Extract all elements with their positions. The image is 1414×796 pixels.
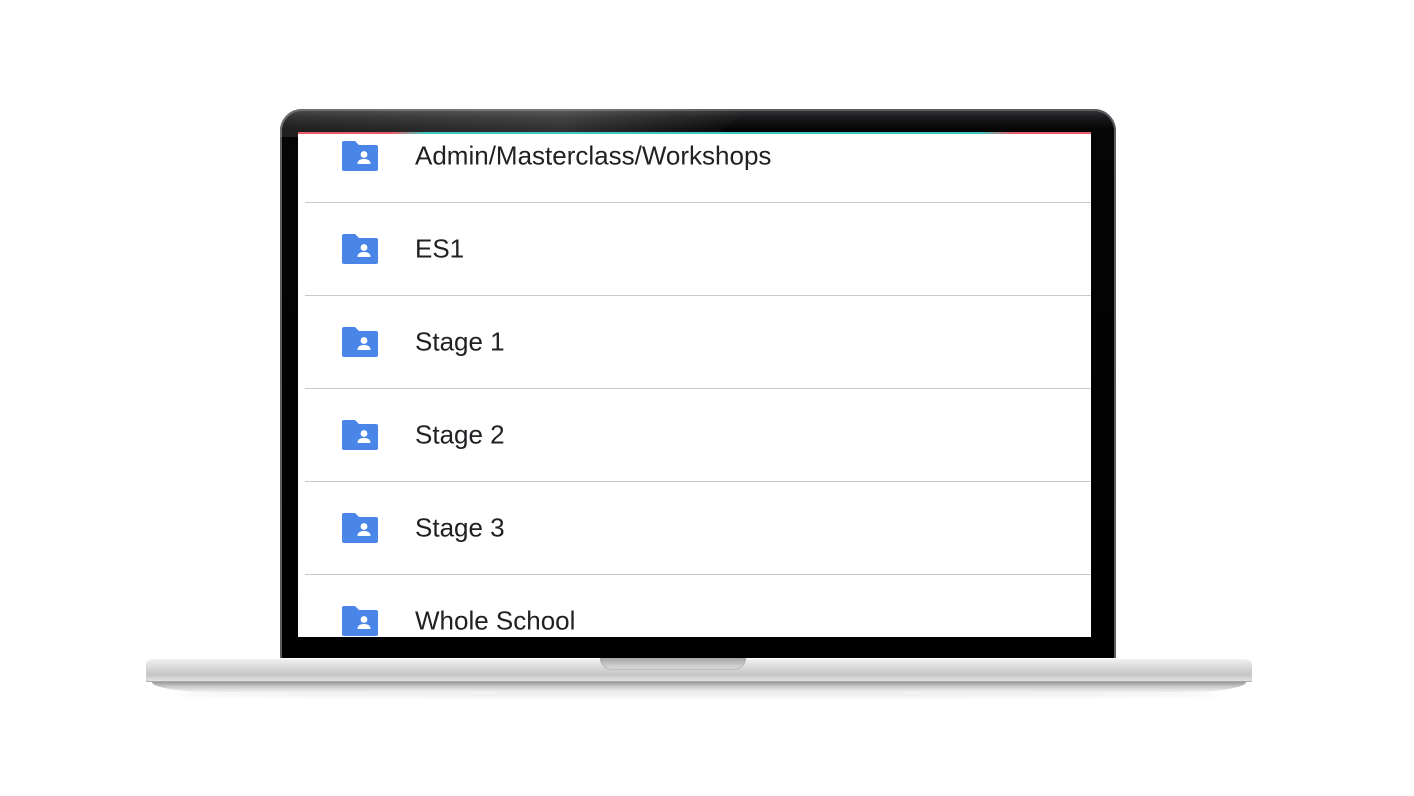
folder-row-stage-1[interactable]: Stage 1 — [305, 296, 1091, 389]
laptop-base — [146, 658, 1252, 697]
shared-folder-list: Admin/Masterclass/Workshops ES1 Stage 1 … — [305, 132, 1091, 637]
shared-folder-icon — [342, 606, 378, 636]
folder-row-es1[interactable]: ES1 — [305, 203, 1091, 296]
folder-name: Stage 2 — [415, 419, 505, 450]
base-lip — [152, 682, 1246, 692]
shared-folder-icon — [342, 327, 378, 357]
shared-folder-icon — [342, 234, 378, 264]
shared-folder-icon — [342, 141, 378, 171]
shared-folder-icon — [342, 420, 378, 450]
folder-name: ES1 — [415, 233, 465, 264]
laptop-screen: Admin/Masterclass/Workshops ES1 Stage 1 … — [298, 132, 1091, 637]
laptop-screen-bezel: Admin/Masterclass/Workshops ES1 Stage 1 … — [280, 109, 1116, 662]
folder-name: Stage 3 — [415, 512, 505, 543]
folder-name: Whole School — [415, 605, 576, 636]
folder-name: Stage 1 — [415, 326, 505, 357]
laptop-mockup: Admin/Masterclass/Workshops ES1 Stage 1 … — [0, 0, 1414, 796]
folder-row-stage-2[interactable]: Stage 2 — [305, 389, 1091, 482]
folder-row-stage-3[interactable]: Stage 3 — [305, 482, 1091, 575]
folder-row-admin-masterclass-workshops[interactable]: Admin/Masterclass/Workshops — [305, 132, 1091, 203]
folder-row-whole-school[interactable]: Whole School — [305, 575, 1091, 637]
hinge-notch — [600, 658, 746, 670]
shared-folder-icon — [342, 513, 378, 543]
folder-name: Admin/Masterclass/Workshops — [415, 140, 772, 171]
